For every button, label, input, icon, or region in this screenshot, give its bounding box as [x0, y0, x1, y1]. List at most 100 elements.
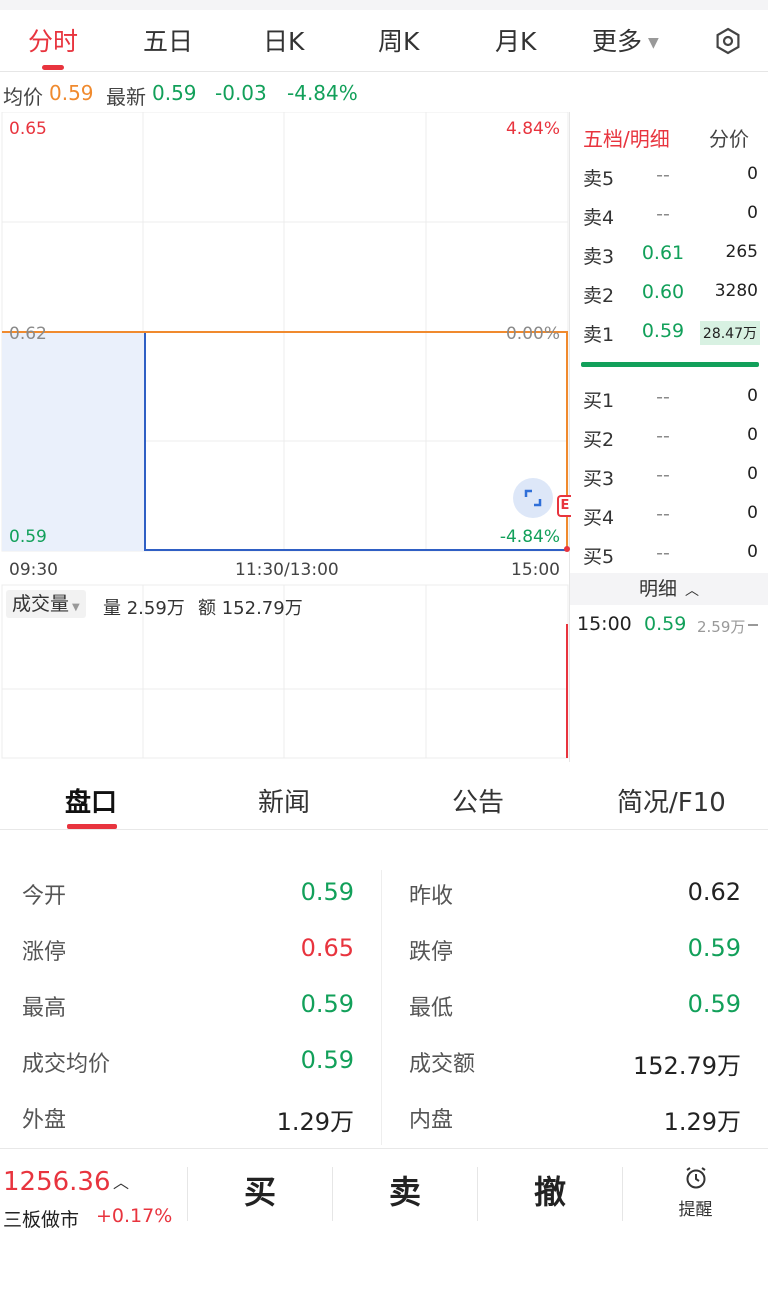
trade-time: 15:00 — [577, 613, 632, 635]
time-axis-end: 15:00 — [511, 560, 560, 580]
level-volume: 0 — [747, 464, 758, 484]
level-volume: 3280 — [714, 281, 758, 301]
quote-stats-panel: 今开 0.59 昨收 0.62 涨停 0.65 跌停 0.59 最高 0.59 … — [0, 860, 768, 1145]
avg-price-label: 均价 — [3, 85, 43, 109]
index-ticker[interactable]: 1256.36 ︿ 三板做市 +0.17% — [3, 1167, 183, 1237]
level-volume: 0 — [747, 164, 758, 184]
chart-canvas — [1, 112, 570, 759]
trade-footer-bar: 1256.36 ︿ 三板做市 +0.17% 买 卖 撤 提醒 — [0, 1148, 768, 1299]
tab-five-level-detail[interactable]: 五档/明细 — [583, 123, 670, 152]
period-tab-bar: 分时 五日 日K 周K 月K 更多 ▼ — [0, 0, 768, 72]
y-axis-mid: 0.62 — [9, 324, 47, 344]
level-label: 买3 — [583, 468, 615, 490]
stat-inner-value: 1.29万 — [663, 1108, 741, 1136]
buy-button[interactable]: 买 — [188, 1167, 332, 1213]
level-price: -- — [656, 386, 670, 408]
bid-ask-ratio-bar — [581, 362, 759, 367]
stat-inner-label: 内盘 — [409, 1108, 454, 1133]
level-label: 卖5 — [583, 168, 615, 190]
level-label: 买2 — [583, 429, 615, 451]
stat-outer-label: 外盘 — [22, 1108, 67, 1133]
amount-text: 额 152.79万 — [198, 598, 303, 619]
side-event-badge[interactable]: E — [557, 495, 571, 517]
stat-limit-down-label: 跌停 — [409, 940, 454, 965]
tab-monthly-k[interactable]: 月K — [495, 22, 536, 58]
level-label: 卖2 — [583, 285, 615, 307]
price-change: -0.03 — [215, 81, 267, 105]
level-volume: 265 — [725, 242, 758, 262]
level-label: 卖4 — [583, 207, 615, 229]
sell-button[interactable]: 卖 — [333, 1167, 477, 1213]
detail-label: 明细 — [638, 578, 677, 600]
stat-low-value: 0.59 — [687, 990, 741, 1018]
level-price: -- — [656, 464, 670, 486]
tab-intraday[interactable]: 分时 — [28, 22, 78, 58]
stat-prev-close-value: 0.62 — [687, 878, 741, 906]
level-price: 0.61 — [641, 242, 685, 264]
stat-outer-value: 1.29万 — [276, 1108, 354, 1136]
tab-price-distribution[interactable]: 分价 — [709, 123, 749, 152]
alert-button[interactable]: 提醒 — [623, 1165, 768, 1225]
stat-turnover-label: 成交额 — [409, 1052, 476, 1077]
tab-announcements[interactable]: 公告 — [452, 782, 504, 819]
level-volume: 0 — [747, 425, 758, 445]
trade-volume: 2.59万 — [697, 618, 746, 636]
level-volume: 0 — [747, 542, 758, 562]
tab-quote[interactable]: 盘口 — [65, 782, 117, 819]
stat-high-label: 最高 — [22, 996, 67, 1021]
stat-low-label: 最低 — [409, 996, 454, 1021]
sell-level-5: 卖5 -- 0 — [570, 158, 768, 197]
tab-profile-f10[interactable]: 简况/F10 — [617, 782, 726, 819]
tab-more-label: 更多 — [592, 27, 643, 56]
settings-icon[interactable] — [714, 27, 742, 55]
level-label: 卖1 — [583, 324, 615, 346]
level-label: 买5 — [583, 546, 615, 568]
info-tab-bar: 盘口 新闻 公告 简况/F10 — [0, 762, 768, 830]
stats-divider — [381, 870, 382, 1145]
tab-daily-k[interactable]: 日K — [263, 22, 304, 58]
detail-toggle[interactable]: 明细 ︿ — [570, 573, 768, 605]
y-axis-high: 0.65 — [9, 119, 47, 139]
index-name: 三板做市 — [3, 1209, 80, 1231]
level-label: 卖3 — [583, 246, 615, 268]
stat-avg-price-value: 0.59 — [300, 1046, 354, 1074]
volume-indicator-select[interactable]: 成交量 ▼ — [6, 590, 86, 618]
intraday-chart[interactable]: 0.65 0.62 0.59 4.84% 0.00% -4.84% 09:30 … — [0, 112, 571, 762]
tab-news[interactable]: 新闻 — [258, 782, 310, 819]
cancel-order-button[interactable]: 撤 — [478, 1167, 622, 1213]
pct-axis-low: -4.84% — [499, 527, 560, 547]
sell-level-2: 卖2 0.60 3280 — [570, 275, 768, 314]
trade-price: 0.59 — [644, 613, 687, 635]
fullscreen-button[interactable] — [513, 478, 553, 518]
stat-limit-up-label: 涨停 — [22, 940, 67, 965]
expand-icon — [524, 489, 542, 507]
latest-price-label: 最新 — [106, 85, 146, 109]
price-change-pct: -4.84% — [287, 81, 358, 105]
level-volume: 0 — [747, 386, 758, 406]
buy-level-3: 买3 -- 0 — [570, 458, 768, 497]
level-volume: 28.47万 — [699, 321, 760, 345]
tab-five-day[interactable]: 五日 — [143, 22, 193, 58]
tab-weekly-k[interactable]: 周K — [378, 22, 419, 58]
stat-limit-up-value: 0.65 — [300, 934, 354, 962]
index-value: 1256.36 — [3, 1167, 111, 1197]
latest-price-value: 0.59 — [152, 81, 197, 105]
level-price: -- — [656, 164, 670, 186]
stat-prev-close-label: 昨收 — [409, 884, 454, 909]
caret-down-icon: ▼ — [648, 35, 659, 51]
stat-limit-down-value: 0.59 — [687, 934, 741, 962]
level-price: 0.60 — [641, 281, 685, 303]
trade-detail-row: 15:00 0.59 2.59万 — [570, 609, 768, 641]
status-strip — [0, 0, 768, 10]
stat-turnover-value: 152.79万 — [633, 1052, 741, 1080]
level-volume: 0 — [747, 203, 758, 223]
chevron-up-icon: ︿ — [685, 583, 699, 599]
buy-level-5: 买5 -- 0 — [570, 536, 768, 575]
avg-price-value: 0.59 — [49, 81, 94, 105]
tab-more[interactable]: 更多 ▼ — [592, 22, 659, 58]
price-area-fill — [2, 332, 145, 551]
buy-level-2: 买2 -- 0 — [570, 419, 768, 458]
level-price: -- — [656, 542, 670, 564]
sell-level-1: 卖1 0.59 28.47万 — [570, 314, 768, 353]
sell-level-3: 卖3 0.61 265 — [570, 236, 768, 275]
